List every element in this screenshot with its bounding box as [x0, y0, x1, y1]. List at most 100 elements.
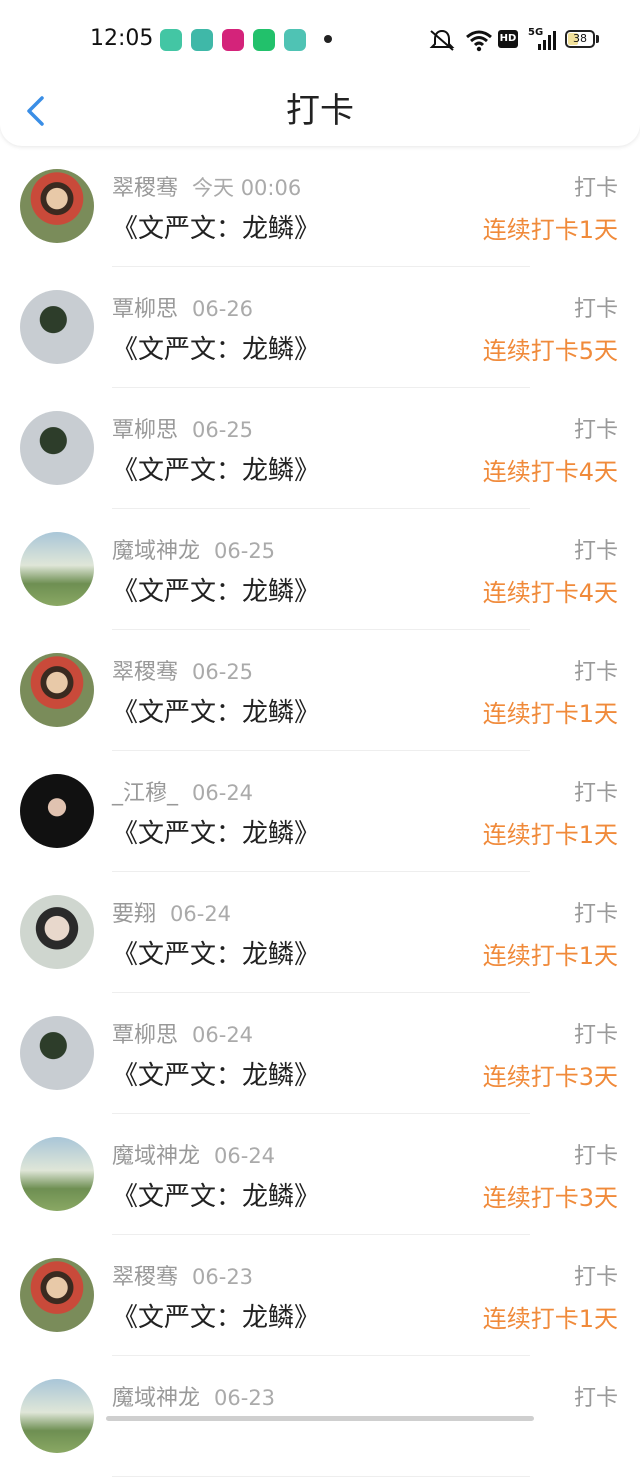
wifi-icon — [466, 30, 492, 52]
more-notifications-dot — [324, 35, 332, 43]
post-date: 06-24 — [192, 781, 254, 805]
list-item[interactable]: 要翔 06-24 《文严文：龙鳞》 打卡 连续打卡1天 — [0, 872, 640, 993]
checkin-tag: 打卡 — [573, 1023, 618, 1048]
avatar[interactable] — [20, 653, 94, 727]
user-meta: 翠稷骞 今天 00:06 — [112, 170, 302, 201]
post-date: 06-24 — [214, 1144, 276, 1168]
list-item[interactable]: 翠稷骞 06-25 《文严文：龙鳞》 打卡连续打卡1天 — [0, 630, 640, 751]
item-title: 《文严文：龙鳞》 — [112, 1182, 321, 1212]
avatar[interactable] — [20, 290, 94, 364]
user-meta: 要翔 06-24 — [112, 896, 232, 927]
user-meta: 翠稷骞 06-23 — [112, 1259, 254, 1290]
item-title: 《文严文：龙鳞》 — [112, 577, 321, 607]
battery-level-text: 38 — [573, 32, 587, 45]
status-bar: 12:05 HD 5G 38 — [0, 0, 640, 80]
item-title: 《文严文：龙鳞》 — [112, 1303, 321, 1333]
avatar[interactable] — [20, 1016, 94, 1090]
streak-label: 连续打卡1天 — [482, 821, 618, 849]
list-item[interactable]: 覃柳思 06-24 《文严文：龙鳞》 打卡连续打卡3天 — [0, 993, 640, 1114]
mute-bell-icon — [429, 29, 455, 51]
user-name[interactable]: 覃柳思 — [112, 418, 178, 443]
checkin-tag: 打卡 — [573, 1265, 618, 1290]
checkin-tag: 打卡 — [573, 781, 618, 806]
checkin-tag: 打卡 — [573, 1386, 618, 1411]
checkin-tag: 打卡 — [573, 176, 618, 201]
post-date: 06-23 — [214, 1386, 276, 1410]
streak-label: 连续打卡1天 — [482, 700, 618, 728]
list-item[interactable]: 覃柳思 06-26 《文严文：龙鳞》 打卡连续打卡5天 — [0, 267, 640, 388]
list-item[interactable]: 翠稷骞 06-23 《文严文：龙鳞》 打卡连续打卡1天 — [0, 1235, 640, 1356]
streak-label: 连续打卡1天 — [482, 942, 618, 970]
user-name[interactable]: 魔域神龙 — [112, 1144, 200, 1169]
user-meta: 魔域神龙 06-23 — [112, 1380, 276, 1411]
streak-label: 连续打卡3天 — [482, 1184, 618, 1212]
user-name[interactable]: 魔域神龙 — [112, 1386, 200, 1411]
app-notification-icon — [160, 29, 182, 51]
shield-app-icon — [191, 29, 213, 51]
user-name[interactable]: 要翔 — [112, 902, 156, 927]
post-date: 06-24 — [192, 1023, 254, 1047]
list-item[interactable]: 魔域神龙 06-25 《文严文：龙鳞》 打卡连续打卡4天 — [0, 509, 640, 630]
user-meta: _江穆_ 06-24 — [112, 775, 254, 806]
avatar[interactable] — [20, 774, 94, 848]
user-name[interactable]: _江穆_ — [112, 781, 178, 806]
user-name[interactable]: 覃柳思 — [112, 1023, 178, 1048]
user-name[interactable]: 翠稷骞 — [112, 176, 178, 201]
avatar[interactable] — [20, 169, 94, 243]
user-meta: 覃柳思 06-26 — [112, 291, 254, 322]
streak-label: 连续打卡5天 — [482, 337, 618, 365]
item-title: 《文严文：龙鳞》 — [112, 214, 321, 244]
status-time: 12:05 — [90, 26, 154, 51]
user-name[interactable]: 覃柳思 — [112, 297, 178, 322]
checkin-tag: 打卡 — [573, 539, 618, 564]
streak-label: 连续打卡4天 — [482, 458, 618, 486]
user-meta: 翠稷骞 06-25 — [112, 654, 254, 685]
post-date: 06-25 — [214, 539, 276, 563]
post-date: 06-23 — [192, 1265, 254, 1289]
avatar[interactable] — [20, 1137, 94, 1211]
list-item[interactable]: _江穆_ 06-24 《文严文：龙鳞》 打卡连续打卡1天 — [0, 751, 640, 872]
item-title: 《文严文：龙鳞》 — [112, 456, 321, 486]
post-date: 06-24 — [170, 902, 232, 926]
avatar[interactable] — [20, 532, 94, 606]
streak-label: 连续打卡3天 — [482, 1063, 618, 1091]
checkin-tag: 打卡 — [573, 660, 618, 685]
item-title: 《文严文：龙鳞》 — [112, 698, 321, 728]
battery-icon: 38 — [565, 30, 595, 48]
battery-cap — [596, 35, 599, 43]
avatar[interactable] — [20, 1258, 94, 1332]
checkin-tag: 打卡 — [573, 418, 618, 443]
user-name[interactable]: 翠稷骞 — [112, 660, 178, 685]
post-date: 今天 00:06 — [192, 176, 302, 200]
post-date: 06-25 — [192, 660, 254, 684]
window-app-icon — [284, 29, 306, 51]
horizontal-scrollbar[interactable] — [106, 1416, 534, 1421]
post-date: 06-26 — [192, 297, 254, 321]
checkin-list: 翠稷骞 今天 00:06 《文严文：龙鳞》 打卡 连续打卡1天 覃柳思 06-26 《文严文：… — [0, 146, 640, 1477]
list-item[interactable]: 翠稷骞 今天 00:06 《文严文：龙鳞》 打卡连续打卡1天 — [0, 146, 640, 267]
checkin-tag: 打卡 — [573, 902, 618, 927]
user-name[interactable]: 翠稷骞 — [112, 1265, 178, 1290]
user-meta: 覃柳思 06-24 — [112, 1017, 254, 1048]
bag-app-icon — [253, 29, 275, 51]
avatar[interactable] — [20, 411, 94, 485]
item-title: 《文严文：龙鳞》 — [112, 1061, 321, 1091]
hd-icon: HD — [498, 30, 518, 48]
list-item[interactable]: 魔域神龙 06-24 《文严文：龙鳞》 打卡 连续打卡3天 — [0, 1114, 640, 1235]
user-meta: 魔域神龙 06-24 — [112, 1138, 276, 1169]
user-name[interactable]: 魔域神龙 — [112, 539, 200, 564]
streak-label: 连续打卡1天 — [482, 216, 618, 244]
item-title: 《文严文：龙鳞》 — [112, 819, 321, 849]
streak-label: 连续打卡4天 — [482, 579, 618, 607]
streak-label: 连续打卡1天 — [482, 1305, 618, 1333]
avatar[interactable] — [20, 1379, 94, 1453]
signal-icon — [538, 31, 556, 50]
post-date: 06-25 — [192, 418, 254, 442]
item-title: 《文严文：龙鳞》 — [112, 335, 321, 365]
checkin-tag: 打卡 — [573, 297, 618, 322]
avatar[interactable] — [20, 895, 94, 969]
app-notification-icon — [222, 29, 244, 51]
list-item[interactable]: 覃柳思 06-25 《文严文：龙鳞》 打卡连续打卡4天 — [0, 388, 640, 509]
user-meta: 覃柳思 06-25 — [112, 412, 254, 443]
page-title: 打卡 — [286, 91, 354, 131]
